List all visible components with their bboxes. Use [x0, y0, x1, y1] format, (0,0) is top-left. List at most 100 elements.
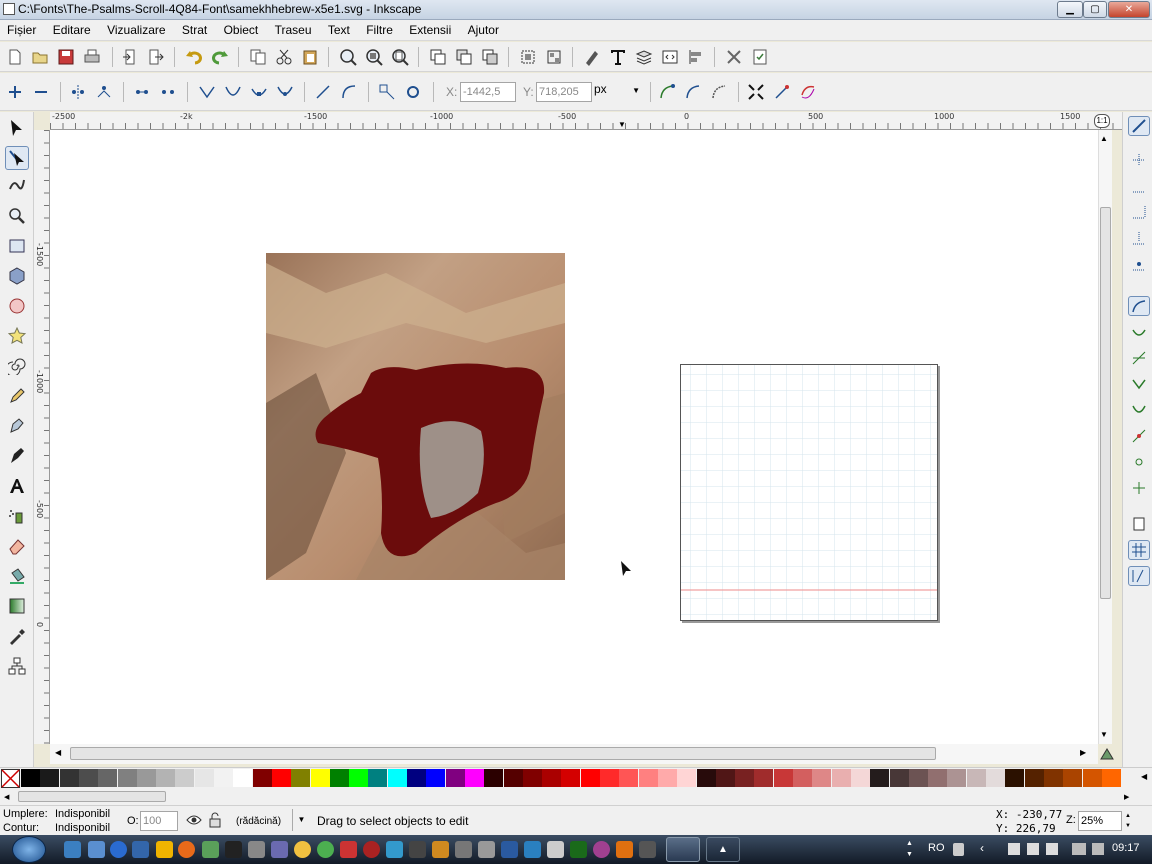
- explorer-icon[interactable]: [88, 841, 105, 858]
- snap-paths-icon[interactable]: [1128, 322, 1150, 342]
- palette-swatch[interactable]: [908, 769, 928, 787]
- show-desktop-icon[interactable]: [64, 841, 81, 858]
- dropper-tool[interactable]: [5, 624, 29, 648]
- palette-swatch[interactable]: [850, 769, 870, 787]
- snap-guides-icon[interactable]: [1128, 566, 1150, 586]
- palette-swatch[interactable]: [445, 769, 465, 787]
- snap-cusp-nodes-icon[interactable]: [1128, 374, 1150, 394]
- palette-swatch[interactable]: [580, 769, 600, 787]
- break-path-icon[interactable]: [95, 83, 113, 101]
- menu-edit[interactable]: Editare: [46, 20, 97, 37]
- minimize-button[interactable]: ▁: [1057, 1, 1083, 18]
- stroke-value[interactable]: Indisponibil: [55, 822, 110, 834]
- palette-swatch[interactable]: [754, 769, 774, 787]
- zoom-input[interactable]: [1078, 811, 1122, 831]
- unit-select[interactable]: px ▼: [594, 82, 642, 96]
- join-segment-icon[interactable]: [133, 83, 151, 101]
- lock-icon[interactable]: [208, 812, 222, 828]
- scroll-left-icon[interactable]: ◀: [4, 793, 9, 801]
- palette-swatch[interactable]: [21, 769, 40, 787]
- palette-swatch[interactable]: [657, 769, 677, 787]
- zoom-1-1-icon[interactable]: 1:1: [1094, 114, 1110, 128]
- tray-icon[interactable]: [1027, 843, 1039, 855]
- tray-icon[interactable]: [1046, 843, 1058, 855]
- menu-layer[interactable]: Strat: [175, 20, 213, 37]
- palette-swatch[interactable]: [793, 769, 812, 787]
- palette-swatch[interactable]: [735, 769, 755, 787]
- palette-swatch[interactable]: [561, 769, 581, 787]
- app-icon[interactable]: [294, 841, 311, 858]
- open-icon[interactable]: [31, 48, 49, 66]
- palette-swatch[interactable]: [78, 769, 98, 787]
- snap-nodes-icon[interactable]: [1128, 296, 1150, 316]
- close-button[interactable]: ✕: [1108, 1, 1150, 18]
- palette-swatch[interactable]: [677, 769, 697, 787]
- palette-swatch[interactable]: [464, 769, 484, 787]
- fill-stroke-icon[interactable]: [583, 48, 601, 66]
- group-icon[interactable]: [519, 48, 537, 66]
- rectangle-tool[interactable]: [5, 234, 29, 258]
- palette-swatch[interactable]: [870, 769, 890, 787]
- palette-swatch[interactable]: [59, 769, 79, 787]
- segment-curve-icon[interactable]: [340, 83, 358, 101]
- snap-bbox-corner-icon[interactable]: [1128, 202, 1150, 222]
- pen-tool[interactable]: [5, 414, 29, 438]
- palette-swatch[interactable]: [387, 769, 407, 787]
- app-icon[interactable]: [570, 841, 587, 858]
- palette-swatch[interactable]: [368, 769, 388, 787]
- app-icon[interactable]: [340, 841, 357, 858]
- snap-rotation-center-icon[interactable]: [1128, 478, 1150, 498]
- calligraphy-tool[interactable]: [5, 444, 29, 468]
- node-symmetric-icon[interactable]: [250, 83, 268, 101]
- palette-swatch[interactable]: [966, 769, 986, 787]
- vlc-icon[interactable]: [616, 841, 633, 858]
- app-icon[interactable]: [455, 841, 472, 858]
- zoom-page-icon[interactable]: [391, 48, 409, 66]
- palette-swatch[interactable]: [928, 769, 948, 787]
- redo-icon[interactable]: [211, 48, 229, 66]
- snap-bbox-edge-icon[interactable]: [1128, 176, 1150, 196]
- scroll-thumb[interactable]: [70, 747, 936, 760]
- snap-bbox-center-icon[interactable]: [1128, 254, 1150, 274]
- node-tool[interactable]: [5, 146, 29, 170]
- app-icon[interactable]: [639, 841, 656, 858]
- palette-swatch[interactable]: [175, 769, 195, 787]
- text-tool[interactable]: [5, 474, 29, 498]
- palette-swatch[interactable]: [947, 769, 967, 787]
- import-icon[interactable]: [121, 48, 139, 66]
- palette-swatch[interactable]: [156, 769, 176, 787]
- palette-swatch[interactable]: [1063, 769, 1083, 787]
- palette-swatch[interactable]: [98, 769, 118, 787]
- unlink-clone-icon[interactable]: [481, 48, 499, 66]
- taskbar-expand-icon[interactable]: ▲: [706, 837, 740, 862]
- scroll-fragment-image[interactable]: [266, 253, 565, 580]
- drawing-canvas[interactable]: [50, 130, 1098, 744]
- palette-swatch[interactable]: [252, 769, 272, 787]
- undo-icon[interactable]: [185, 48, 203, 66]
- scroll-down-icon[interactable]: ▼: [1100, 730, 1108, 739]
- palette-swatch[interactable]: [638, 769, 658, 787]
- fill-value[interactable]: Indisponibil: [55, 808, 110, 820]
- paste-icon[interactable]: [301, 48, 319, 66]
- tray-icon[interactable]: [1008, 843, 1020, 855]
- palette-swatch[interactable]: [986, 769, 1005, 787]
- palette-swatch[interactable]: [1005, 769, 1025, 787]
- app-icon[interactable]: [202, 841, 219, 858]
- scroll-thumb[interactable]: [1100, 207, 1111, 599]
- show-bbox-icon[interactable]: [773, 83, 791, 101]
- opera-icon[interactable]: [363, 841, 380, 858]
- text-font-icon[interactable]: [609, 48, 627, 66]
- vertical-scrollbar[interactable]: ▲ ▼: [1098, 130, 1112, 744]
- xml-editor-icon[interactable]: [661, 48, 679, 66]
- app-icon[interactable]: [386, 841, 403, 858]
- app-icon[interactable]: [432, 841, 449, 858]
- menu-path[interactable]: Traseu: [268, 20, 318, 37]
- palette-swatch[interactable]: [329, 769, 349, 787]
- palette-swatch[interactable]: [619, 769, 639, 787]
- scroll-up-icon[interactable]: ▲: [1100, 134, 1108, 143]
- insert-node-icon[interactable]: [6, 83, 24, 101]
- export-icon[interactable]: [147, 48, 165, 66]
- palette-swatch[interactable]: [1082, 769, 1102, 787]
- palette-swatch[interactable]: [214, 769, 233, 787]
- app-icon[interactable]: [132, 841, 149, 858]
